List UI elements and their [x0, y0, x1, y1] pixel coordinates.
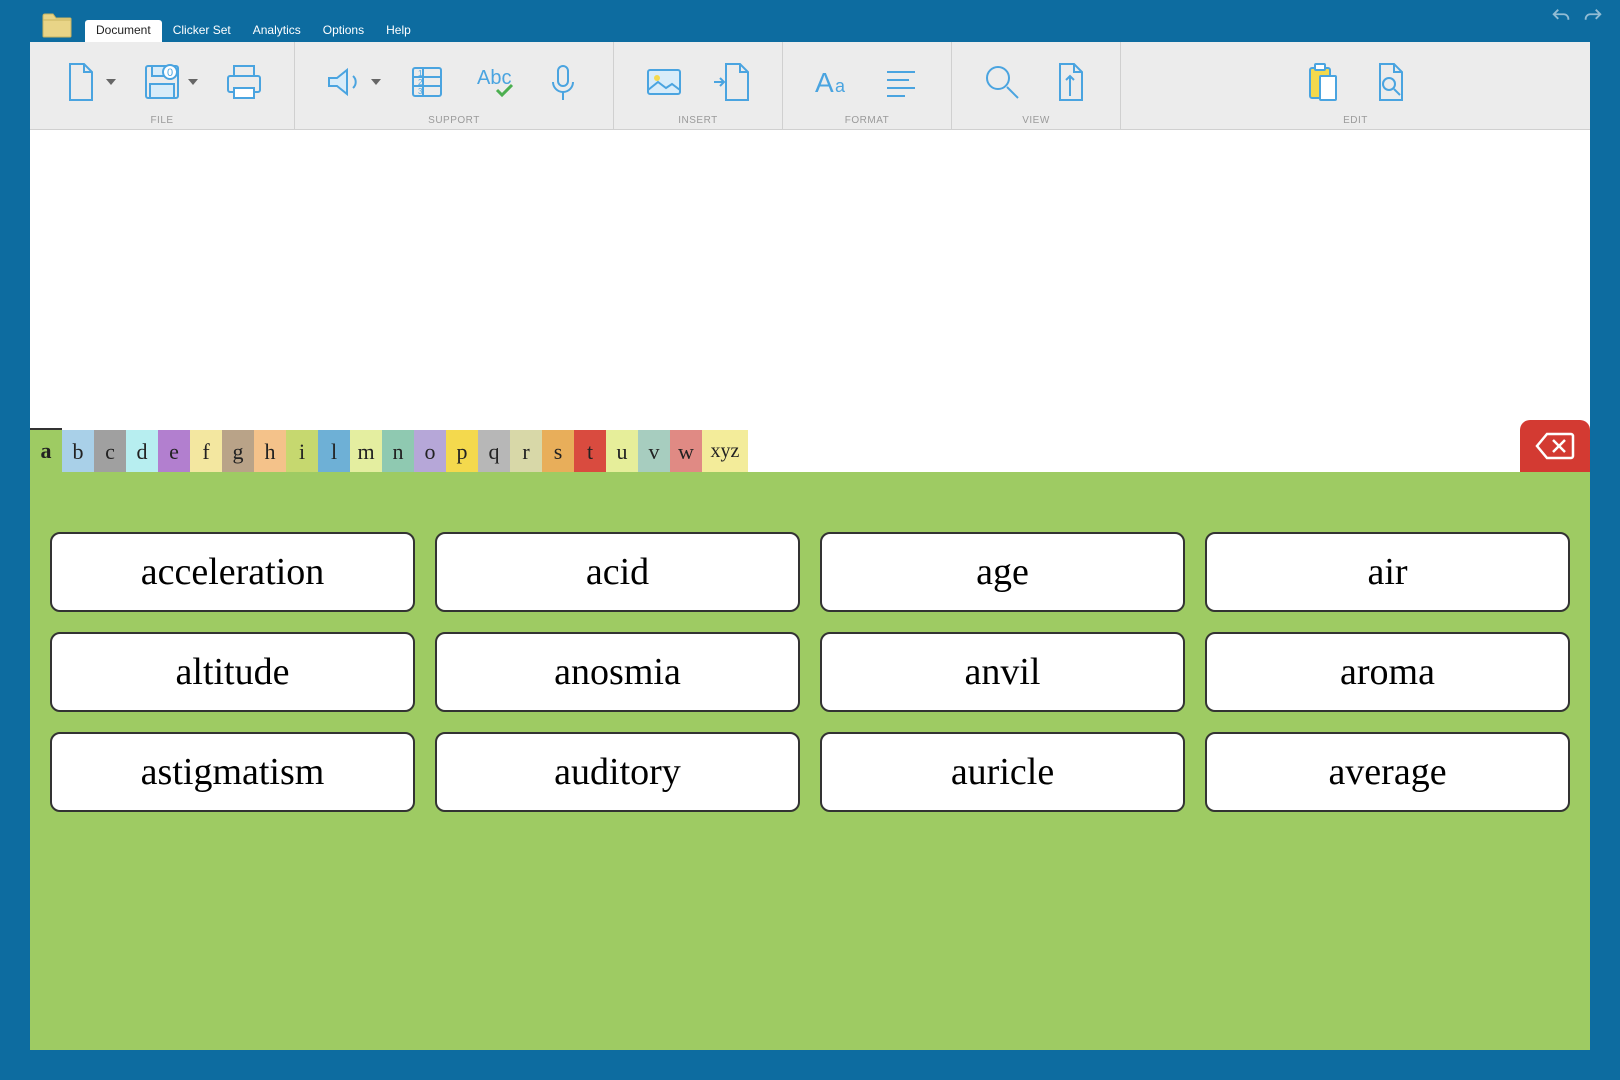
undo-icon[interactable]	[1550, 6, 1572, 33]
alpha-tab-p[interactable]: p	[446, 430, 478, 472]
font-button[interactable]: Aa	[811, 60, 855, 104]
save-button[interactable]: 0	[140, 60, 198, 104]
alpha-tab-n[interactable]: n	[382, 430, 414, 472]
ribbon: 0 FILE 123 Abc SUPPORT	[30, 42, 1590, 130]
ribbon-group-insert: INSERT	[614, 42, 783, 129]
alpha-tab-h[interactable]: h	[254, 430, 286, 472]
chevron-down-icon	[106, 79, 116, 85]
alpha-tab-w[interactable]: w	[670, 430, 702, 472]
backspace-button[interactable]	[1520, 420, 1590, 472]
word-button[interactable]: anvil	[820, 632, 1185, 712]
ribbon-group-format: Aa FORMAT	[783, 42, 952, 129]
ribbon-label-format: FORMAT	[783, 115, 951, 129]
print-button[interactable]	[222, 60, 266, 104]
ribbon-group-file: 0 FILE	[30, 42, 295, 129]
predictor-button[interactable]: 123	[405, 60, 449, 104]
menu-tabs: Document Clicker Set Analytics Options H…	[85, 20, 422, 42]
menu-bar: Document Clicker Set Analytics Options H…	[0, 0, 1620, 42]
word-button[interactable]: average	[1205, 732, 1570, 812]
svg-text:2: 2	[418, 78, 423, 87]
word-button[interactable]: auricle	[820, 732, 1185, 812]
word-button[interactable]: aroma	[1205, 632, 1570, 712]
alpha-tab-f[interactable]: f	[190, 430, 222, 472]
word-button[interactable]: air	[1205, 532, 1570, 612]
redo-icon[interactable]	[1582, 6, 1604, 33]
word-button[interactable]: altitude	[50, 632, 415, 712]
find-button[interactable]	[1368, 60, 1412, 104]
alpha-tab-d[interactable]: d	[126, 430, 158, 472]
alpha-tab-g[interactable]: g	[222, 430, 254, 472]
alpha-tab-l[interactable]: l	[318, 430, 350, 472]
ribbon-group-support: 123 Abc SUPPORT	[295, 42, 614, 129]
svg-text:0: 0	[167, 67, 173, 79]
word-button[interactable]: acceleration	[50, 532, 415, 612]
alpha-tab-u[interactable]: u	[606, 430, 638, 472]
svg-text:A: A	[815, 67, 834, 98]
ribbon-label-file: FILE	[30, 115, 294, 129]
layout-button[interactable]	[1048, 60, 1092, 104]
alpha-tab-c[interactable]: c	[94, 430, 126, 472]
microphone-button[interactable]	[541, 60, 585, 104]
alpha-tab-m[interactable]: m	[350, 430, 382, 472]
ribbon-group-edit: EDIT	[1121, 42, 1590, 129]
word-button[interactable]: acid	[435, 532, 800, 612]
folder-icon[interactable]	[42, 13, 72, 38]
word-grid: accelerationacidageair altitudeanosmiaanv…	[30, 472, 1590, 1050]
word-button[interactable]: auditory	[435, 732, 800, 812]
ribbon-label-support: SUPPORT	[295, 115, 613, 129]
chevron-down-icon	[371, 79, 381, 85]
speak-button[interactable]	[323, 60, 381, 104]
insert-picture-button[interactable]	[642, 60, 686, 104]
svg-text:a: a	[835, 76, 846, 96]
paragraph-button[interactable]	[879, 60, 923, 104]
document-area[interactable]	[30, 130, 1590, 430]
tab-document[interactable]: Document	[85, 20, 162, 42]
tab-clicker-set[interactable]: Clicker Set	[162, 20, 242, 42]
tab-options[interactable]: Options	[312, 20, 375, 42]
svg-text:3: 3	[418, 87, 423, 96]
alphabet-tabs: abcdefghilmnopqrstuvwxyz	[30, 430, 1590, 472]
svg-text:1: 1	[418, 69, 423, 78]
zoom-button[interactable]	[980, 60, 1024, 104]
alpha-tab-o[interactable]: o	[414, 430, 446, 472]
tab-analytics[interactable]: Analytics	[242, 20, 312, 42]
alpha-tab-s[interactable]: s	[542, 430, 574, 472]
alpha-tab-a[interactable]: a	[30, 428, 62, 472]
tab-help[interactable]: Help	[375, 20, 422, 42]
chevron-down-icon	[188, 79, 198, 85]
clipboard-button[interactable]	[1300, 60, 1344, 104]
alpha-tab-r[interactable]: r	[510, 430, 542, 472]
insert-page-button[interactable]	[710, 60, 754, 104]
ribbon-label-view: VIEW	[952, 115, 1120, 129]
word-button[interactable]: age	[820, 532, 1185, 612]
ribbon-group-view: VIEW	[952, 42, 1121, 129]
spellcheck-button[interactable]: Abc	[473, 60, 517, 104]
alpha-tab-b[interactable]: b	[62, 430, 94, 472]
new-document-button[interactable]	[58, 60, 116, 104]
alpha-tab-i[interactable]: i	[286, 430, 318, 472]
alpha-tab-v[interactable]: v	[638, 430, 670, 472]
word-button[interactable]: anosmia	[435, 632, 800, 712]
svg-text:Abc: Abc	[477, 67, 511, 89]
ribbon-label-insert: INSERT	[614, 115, 782, 129]
alpha-tab-e[interactable]: e	[158, 430, 190, 472]
alpha-tab-t[interactable]: t	[574, 430, 606, 472]
ribbon-label-edit: EDIT	[1121, 115, 1590, 129]
word-button[interactable]: astigmatism	[50, 732, 415, 812]
alpha-tab-xyz[interactable]: xyz	[702, 430, 748, 472]
alpha-tab-q[interactable]: q	[478, 430, 510, 472]
